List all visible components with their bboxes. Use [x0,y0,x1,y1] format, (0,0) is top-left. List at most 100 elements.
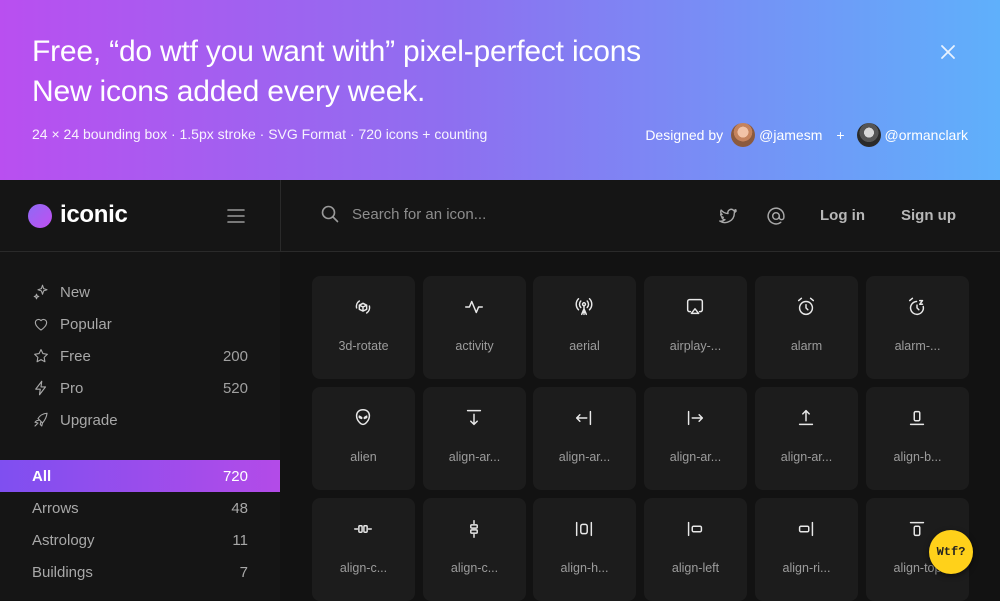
category-label: Buildings [32,563,93,581]
icon-label: align-ar... [558,450,611,464]
sidebar-item-new[interactable]: New [32,280,248,304]
designer-link-ormanclark[interactable]: @ormanclark [885,127,968,143]
align-arrow-left-icon [575,410,592,426]
airplay-icon [686,298,704,315]
alien-icon [355,409,371,426]
icon-label: align-ar... [669,450,722,464]
designed-by-label: Designed by [645,127,724,143]
icon-label: alarm-... [894,339,941,353]
align-center-vertical-icon [470,520,478,538]
icon-tile-align-arrow-top[interactable]: align-ar... [755,387,858,490]
icon-tile-align-arrow-bottom[interactable]: align-ar... [423,387,526,490]
icon-tile-alarm[interactable]: alarm [755,276,858,379]
align-right-icon [798,521,814,537]
category-count: 48 [231,499,248,517]
signup-link[interactable]: Sign up [901,207,956,224]
category-astrology[interactable]: Astrology 11 [0,524,280,556]
lightning-icon [35,380,47,396]
sidebar-item-pro[interactable]: Pro 520 [32,376,248,400]
icon-tile-alien[interactable]: alien [312,387,415,490]
promo-banner: Free, “do wtf you want with” pixel-perfe… [0,0,1000,180]
align-arrow-bottom-icon [466,409,482,426]
icon-label: align-b... [893,450,942,464]
align-left-icon [687,521,703,537]
icon-label: 3d-rotate [338,339,389,353]
star-icon [34,349,48,363]
icon-tile-align-left[interactable]: align-left [644,498,747,601]
heart-icon [34,318,48,331]
category-all[interactable]: All 720 [0,460,280,492]
icon-label: align-left [671,561,720,575]
twitter-icon[interactable] [717,205,739,227]
align-center-horizontal-icon [354,525,372,533]
wtf-help-button[interactable]: Wtf? [929,530,973,574]
sidebar-item-popular[interactable]: Popular [32,312,248,336]
category-count: 11 [232,531,248,549]
banner-subline: 24 × 24 bounding box · 1.5px stroke · SV… [32,126,488,142]
icon-label: activity [455,339,494,353]
icon-label: align-ar... [448,450,501,464]
close-icon[interactable] [936,40,960,64]
sidebar-item-count: 520 [222,379,248,397]
banner-headline-line1: Free, “do wtf you want with” pixel-perfe… [32,35,641,68]
at-sign-icon[interactable] [765,205,787,227]
avatar-ormanclark [856,123,881,147]
icon-label: align-c... [339,561,388,575]
category-buildings[interactable]: Buildings 7 [0,556,280,588]
icon-tile-align-right[interactable]: align-ri... [755,498,858,601]
plus-separator: + [836,127,845,143]
icon-tile-alarm-snooze[interactable]: alarm-... [866,276,969,379]
sidebar: New Popular Free 200 Pro 520 Upgrade All… [0,252,280,600]
icon-label: align-ri... [782,561,831,575]
category-label: All [32,467,52,485]
icon-tile-align-arrow-right[interactable]: align-ar... [644,387,747,490]
icon-tile-3d-rotate[interactable]: 3d-rotate [312,276,415,379]
search-icon [321,205,339,223]
icon-tile-activity[interactable]: activity [423,276,526,379]
icon-tile-align-center-horizontal[interactable]: align-c... [312,498,415,601]
banner-headline-line2: New icons added every week. [32,75,426,108]
icon-label: airplay-... [669,339,722,353]
designer-credits: Designed by @jamesm + @ormanclark [645,123,968,147]
icon-tile-align-horizontal[interactable]: align-h... [533,498,636,601]
category-count: 7 [239,563,248,581]
logo-mark[interactable] [28,204,52,228]
category-label: Arrows [32,499,79,517]
sidebar-item-label: Pro [60,379,84,397]
top-navigation-bar: iconic Log in Sign up [0,180,1000,252]
category-label: Astrology [32,531,95,549]
divider [280,180,281,252]
icon-tile-align-arrow-left[interactable]: align-ar... [533,387,636,490]
category-count: 720 [222,467,248,485]
logo-text[interactable]: iconic [60,201,128,229]
login-link[interactable]: Log in [820,207,865,224]
align-bottom-icon [909,410,925,426]
icon-label: align-h... [560,561,609,575]
align-horizontal-icon [575,521,593,537]
icon-tile-aerial[interactable]: aerial [533,276,636,379]
sidebar-item-label: New [60,283,91,301]
sidebar-item-free[interactable]: Free 200 [32,344,248,368]
icon-tile-align-bottom[interactable]: align-b... [866,387,969,490]
3d-rotate-icon [355,300,371,314]
icon-tile-airplay[interactable]: airplay-... [644,276,747,379]
align-arrow-top-icon [798,409,814,426]
icon-label: align-c... [450,561,499,575]
search-bar [320,204,632,224]
rocket-icon [34,412,48,427]
designer-link-jamesm[interactable]: @jamesm [759,127,822,143]
sidebar-item-upgrade[interactable]: Upgrade [32,408,248,432]
align-arrow-right-icon [687,410,704,426]
icon-tile-align-center-vertical[interactable]: align-c... [423,498,526,601]
icon-grid: 3d-rotate activity aerial airplay-... al… [280,252,1000,601]
sparkle-icon [33,284,48,300]
icon-label: align-ar... [780,450,833,464]
icon-label: alarm [790,339,823,353]
menu-icon[interactable] [226,206,246,226]
alarm-icon [797,297,815,316]
sidebar-item-label: Free [60,347,91,365]
align-top-icon [909,521,925,537]
search-input[interactable] [352,205,632,223]
sidebar-item-count: 200 [222,347,248,365]
category-arrows[interactable]: Arrows 48 [0,492,280,524]
